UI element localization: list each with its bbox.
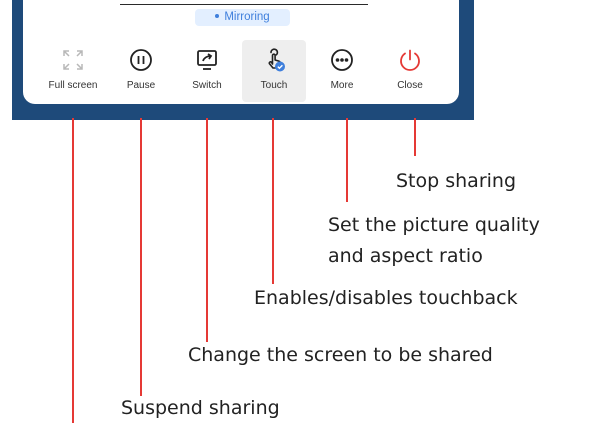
full-screen-icon	[62, 42, 84, 78]
annotation-suspend-sharing: Suspend sharing	[121, 397, 280, 419]
annotation-picture-quality-line1: Set the picture quality	[328, 214, 540, 236]
pause-button[interactable]: Pause	[109, 40, 173, 102]
annotation-change-screen: Change the screen to be shared	[188, 344, 493, 366]
status-dot-icon	[215, 13, 220, 18]
switch-screen-icon	[195, 42, 219, 78]
callout-line-pause	[140, 118, 142, 396]
callout-line-more	[346, 118, 348, 202]
annotation-touchback: Enables/disables touchback	[254, 287, 518, 309]
more-icon	[330, 42, 354, 78]
mirroring-status-badge: Mirroring	[195, 9, 290, 26]
callout-line-full-screen	[72, 118, 74, 423]
more-label: More	[330, 80, 354, 91]
switch-button[interactable]: Switch	[175, 40, 239, 102]
touch-button[interactable]: Touch	[242, 40, 306, 102]
close-label: Close	[397, 80, 423, 91]
divider-line	[120, 4, 368, 5]
close-button[interactable]: Close	[378, 40, 442, 102]
full-screen-label: Full screen	[48, 80, 98, 91]
callout-line-switch	[206, 118, 208, 342]
pause-label: Pause	[126, 80, 156, 91]
annotation-picture-quality-line2: and aspect ratio	[328, 245, 483, 267]
full-screen-button[interactable]: Full screen	[41, 40, 105, 102]
switch-label: Switch	[192, 80, 222, 91]
more-button[interactable]: More	[310, 40, 374, 102]
annotation-stop-sharing: Stop sharing	[396, 170, 517, 192]
touch-label: Touch	[260, 80, 288, 91]
power-icon	[398, 42, 422, 78]
callout-line-close	[414, 118, 416, 156]
touch-icon	[261, 42, 287, 78]
mirroring-label: Mirroring	[224, 11, 270, 23]
callout-line-touch	[272, 118, 274, 284]
pause-icon	[129, 42, 153, 78]
